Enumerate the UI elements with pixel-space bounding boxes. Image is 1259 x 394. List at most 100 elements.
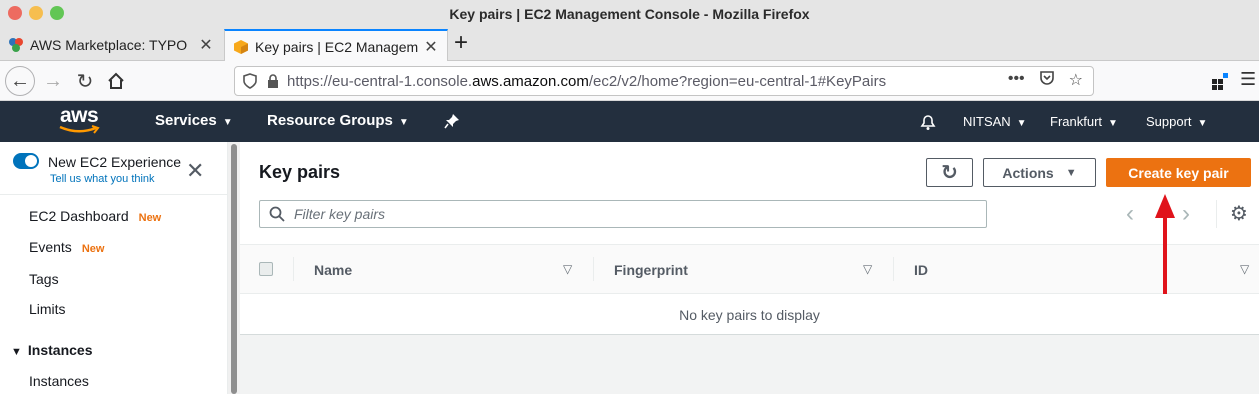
region-label: Frankfurt — [1050, 114, 1103, 129]
feedback-link[interactable]: Tell us what you think — [50, 173, 155, 185]
resource-groups-menu[interactable]: Resource Groups ▼ — [267, 112, 409, 129]
tab-key-pairs[interactable]: Key pairs | EC2 Managem ✕ — [224, 29, 448, 62]
sidebar-scrollbar[interactable] — [228, 142, 240, 394]
chevron-down-icon: ▼ — [1108, 118, 1118, 129]
empty-table-message: No key pairs to display — [679, 307, 820, 323]
sidebar-section-instances[interactable]: ▼ Instances — [11, 342, 92, 358]
chevron-down-icon: ▼ — [1197, 118, 1208, 129]
ec2-sidebar: New EC2 Experience Tell us what you thin… — [0, 142, 228, 394]
scrollbar-thumb[interactable] — [231, 144, 237, 394]
sidebar-item-label: EC2 Dashboard — [29, 208, 129, 224]
caret-down-icon: ▼ — [11, 346, 22, 358]
sidebar-item-label: Events — [29, 239, 72, 255]
url-path: /ec2/v2/home?region=eu-central-1#KeyPair… — [588, 72, 887, 90]
close-tab-icon[interactable]: ✕ — [423, 37, 439, 57]
maximize-window-button[interactable] — [50, 6, 64, 20]
divider — [593, 257, 594, 281]
annotation-arrow-line — [1163, 210, 1167, 294]
account-menu[interactable]: NITSAN ▼ — [963, 114, 1027, 129]
url-bar[interactable]: https://eu-central-1.console.aws.amazon.… — [234, 66, 1094, 96]
close-icon[interactable]: ✕ — [186, 160, 204, 182]
services-menu[interactable]: Services ▼ — [155, 112, 233, 129]
close-tab-icon[interactable]: ✕ — [198, 35, 214, 55]
chevron-down-icon: ▼ — [398, 117, 409, 128]
reload-icon: ↻ — [76, 70, 94, 93]
arrow-left-icon: ← — [10, 69, 30, 92]
divider — [0, 194, 228, 195]
url-domain: aws.amazon.com — [472, 72, 589, 90]
region-menu[interactable]: Frankfurt ▼ — [1050, 114, 1118, 129]
sort-icon[interactable]: ▽ — [563, 262, 572, 276]
new-experience-label: New EC2 Experience — [48, 154, 182, 170]
reload-button[interactable]: ↻ — [70, 66, 100, 96]
chevron-down-icon: ▼ — [222, 117, 233, 128]
page-actions-icon[interactable]: ••• — [1008, 70, 1025, 90]
select-all-checkbox[interactable] — [259, 262, 273, 276]
resource-groups-label: Resource Groups — [267, 112, 393, 129]
arrow-right-icon: → — [43, 69, 63, 92]
create-key-pair-button[interactable]: Create key pair — [1106, 158, 1251, 187]
divider — [293, 257, 294, 281]
window-title: Key pairs | EC2 Management Console - Moz… — [449, 5, 810, 22]
url-text: https://eu-central-1.console.aws.amazon.… — [287, 73, 886, 90]
support-label: Support — [1146, 114, 1192, 129]
sidebar-item-tags[interactable]: Tags — [29, 271, 59, 287]
column-header-fingerprint[interactable]: Fingerprint — [614, 262, 688, 278]
search-icon — [269, 206, 285, 222]
new-experience-toggle[interactable] — [13, 153, 39, 169]
bookmark-star-icon[interactable]: ☆ — [1069, 70, 1083, 90]
filter-key-pairs-input[interactable] — [294, 206, 894, 222]
lock-icon[interactable] — [267, 74, 279, 88]
refresh-button[interactable]: ↻ — [926, 158, 973, 187]
divider — [1216, 200, 1217, 228]
back-button[interactable]: ← — [5, 66, 35, 96]
aws-logo[interactable]: aws — [59, 105, 105, 137]
new-badge: New — [138, 212, 162, 224]
column-header-id[interactable]: ID — [914, 262, 928, 278]
notifications-bell-icon[interactable] — [919, 113, 937, 131]
tab-strip: AWS Marketplace: TYPO ✕ Key pairs | EC2 … — [0, 27, 1259, 62]
chevron-right-icon[interactable]: › — [1182, 202, 1190, 226]
tab-aws-marketplace[interactable]: AWS Marketplace: TYPO ✕ — [0, 29, 222, 61]
sidebar-item-ec2-dashboard[interactable]: EC2 Dashboard New — [29, 208, 161, 224]
home-icon — [108, 72, 124, 89]
actions-label: Actions — [1002, 164, 1054, 181]
table-header: Name ▽ Fingerprint ▽ ID ▽ — [240, 244, 1259, 294]
sidebar-item-label: Instances — [29, 373, 89, 389]
forward-button[interactable]: → — [38, 66, 68, 96]
support-menu[interactable]: Support ▼ — [1146, 114, 1207, 129]
home-button[interactable] — [101, 66, 131, 96]
services-label: Services — [155, 112, 217, 129]
aws-smile-icon — [59, 125, 100, 134]
chevron-left-icon[interactable]: ‹ — [1126, 202, 1134, 226]
url-actions: ••• ☆ — [1008, 70, 1083, 90]
navigation-toolbar: ← → ↻ https://eu-central-1.console.aws.a… — [0, 61, 1259, 101]
column-header-name[interactable]: Name — [314, 262, 352, 278]
tab-title: Key pairs | EC2 Managem — [255, 38, 419, 55]
main-content: Key pairs ↻ Actions ▼ Create key pair ‹ ›… — [240, 142, 1259, 394]
sidebar-item-label: Limits — [29, 301, 66, 317]
tab-title: AWS Marketplace: TYPO — [30, 37, 188, 53]
filter-search-box[interactable] — [259, 200, 987, 228]
aws-console-header: aws Services ▼ Resource Groups ▼ NITSAN ▼ F… — [0, 101, 1259, 142]
sidebar-item-events[interactable]: Events New — [29, 239, 104, 255]
chevron-down-icon: ▼ — [1016, 118, 1027, 129]
sort-icon[interactable]: ▽ — [1240, 262, 1249, 276]
new-tab-icon[interactable]: + — [454, 31, 468, 55]
extensions-icon[interactable] — [1211, 72, 1229, 90]
page-title: Key pairs — [259, 162, 341, 182]
sort-icon[interactable]: ▽ — [863, 262, 872, 276]
close-window-button[interactable] — [8, 6, 22, 20]
gear-icon[interactable]: ⚙ — [1230, 202, 1248, 226]
pocket-icon[interactable] — [1039, 70, 1055, 86]
hamburger-menu-icon[interactable]: ☰ — [1240, 69, 1256, 90]
tracking-protection-icon[interactable] — [243, 73, 257, 89]
actions-button[interactable]: Actions ▼ — [983, 158, 1096, 187]
sidebar-item-limits[interactable]: Limits — [29, 301, 66, 317]
aws-marketplace-favicon-icon — [9, 38, 23, 52]
account-label: NITSAN — [963, 114, 1011, 129]
sidebar-item-instances[interactable]: Instances — [29, 373, 89, 389]
pin-icon[interactable] — [444, 113, 460, 129]
new-badge: New — [81, 243, 105, 255]
minimize-window-button[interactable] — [29, 6, 43, 20]
